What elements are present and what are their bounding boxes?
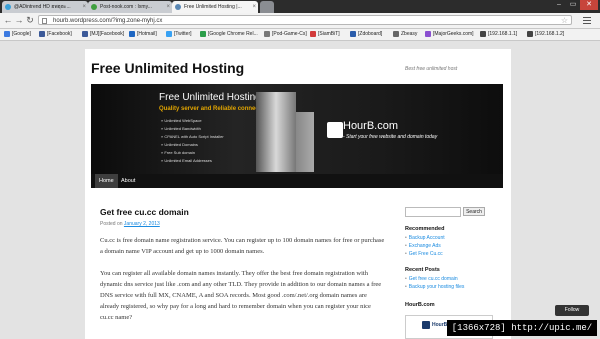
search-button[interactable]: Search (463, 207, 485, 216)
nav-about[interactable]: About (117, 174, 139, 188)
address-bar[interactable]: hourb.wordpress.com/?img.zone-myhj.cx ☆ (38, 15, 572, 25)
bookmark-icon (480, 31, 486, 37)
bookmark-item[interactable]: [SiamBiT] (310, 30, 340, 39)
recommended-link[interactable]: Get Free Cu.cc (405, 251, 443, 257)
close-tab-icon[interactable]: × (166, 1, 170, 13)
url-text: hourb.wordpress.com/?img.zone-myhj.cx (53, 18, 163, 24)
page-viewport: Free Unlimited Hosting Best free unlimit… (0, 41, 600, 339)
bookmark-item[interactable]: [192.168.1.1] (480, 30, 517, 39)
bookmark-icon (166, 31, 172, 37)
banner-tagline: - Start your free website and domain tod… (343, 134, 438, 140)
hourb-widget-title: HourB.com (405, 302, 435, 308)
bookmark-icon (200, 31, 206, 37)
close-window-button[interactable]: ✕ (580, 0, 598, 10)
hourb-logo-icon (422, 321, 430, 329)
search-input[interactable] (405, 207, 461, 217)
bookmark-icon (39, 31, 45, 37)
post-paragraph: You can register all available domain na… (100, 270, 382, 321)
reload-icon[interactable]: ↻ (25, 15, 35, 25)
recommended-link[interactable]: Exchange Ads (405, 243, 441, 249)
minimize-button[interactable]: – (552, 0, 566, 10)
nav-home[interactable]: Home (95, 174, 118, 188)
posted-on-label: Posted on (100, 221, 123, 227)
bookmark-item[interactable]: Zbeasy (393, 30, 417, 39)
banner-feature: » Unlimited Domains (161, 142, 198, 147)
follow-button[interactable]: Follow (555, 305, 589, 316)
browser-tab[interactable]: @ADintrend HD ฮพฮุฮะ... × (2, 1, 88, 13)
header-banner: Free Unlimited Hosting Quality server an… (91, 84, 503, 174)
close-tab-icon[interactable]: × (82, 1, 86, 13)
menu-icon[interactable] (581, 15, 593, 25)
tab-title: Free Unlimited Hosting |... (184, 4, 242, 10)
globe-icon (91, 4, 97, 10)
post-title[interactable]: Get free cu.cc domain (100, 207, 189, 217)
browser-tab[interactable]: Post-nook.com : Ixmy... × (88, 1, 172, 13)
wordpress-icon (175, 4, 181, 10)
bookmark-icon (350, 31, 356, 37)
browser-tab-active[interactable]: Free Unlimited Hosting |... × (172, 1, 258, 13)
bookmark-item[interactable]: [Facebook] (39, 30, 72, 39)
main-nav: Home About (91, 174, 503, 188)
banner-subheading: Quality server and Reliable connection (159, 106, 270, 112)
recent-post-link[interactable]: Backup your hosting files (405, 284, 465, 290)
bookmark-icon (129, 31, 135, 37)
recommended-title: Recommended (405, 226, 445, 232)
bookmark-icon (264, 31, 270, 37)
banner-feature: » Unlimited Email Addresses (161, 158, 212, 163)
bookmark-icon (310, 31, 316, 37)
browser-toolbar: ← → ↻ hourb.wordpress.com/?img.zone-myhj… (0, 13, 600, 29)
site-title[interactable]: Free Unlimited Hosting (91, 60, 244, 76)
star-icon[interactable]: ☆ (561, 16, 568, 26)
post-meta: Posted on January 2, 2013 (100, 221, 160, 227)
banner-heading: Free Unlimited Hosting (159, 92, 261, 103)
bookmark-item[interactable]: [Google Chrome Rel... (200, 30, 258, 39)
twitter-icon (5, 4, 11, 10)
bookmark-item[interactable]: [MajorGeeks.com] (425, 30, 474, 39)
bookmark-icon (393, 31, 399, 37)
tab-title: @ADintrend HD ฮพฮุฮะ... (14, 4, 71, 10)
tab-title: Post-nook.com : Ixmy... (100, 4, 152, 10)
bookmark-item[interactable]: [MJ][Facebook] (82, 30, 124, 39)
banner-feature: » Unlimited Bandwidth (161, 126, 201, 131)
bookmark-item[interactable]: [Zdoboard] (350, 30, 382, 39)
banner-feature: » Unlimited WebSpace (161, 118, 202, 123)
recent-posts-title: Recent Posts (405, 267, 440, 273)
banner-feature: » CPANEL with Auto Script Installer (161, 134, 224, 139)
back-arrow-icon[interactable]: ← (3, 15, 13, 25)
site-container: Free Unlimited Hosting Best free unlimit… (85, 49, 511, 339)
site-description: Best free unlimited host (405, 66, 458, 72)
post-date-link[interactable]: January 2, 2013 (124, 221, 160, 227)
server-image (296, 112, 314, 172)
recommended-link[interactable]: Backup Account (405, 235, 445, 241)
bookmark-icon (4, 31, 10, 37)
bookmark-item[interactable]: [Pod-Game-Cs] (264, 30, 307, 39)
banner-logo: HourB.com (343, 120, 399, 132)
bookmark-icon (82, 31, 88, 37)
banner-feature: » Free Sub domain (161, 150, 196, 155)
new-tab-button[interactable] (260, 1, 274, 13)
hourb-logo-icon (327, 122, 343, 138)
recent-post-link[interactable]: Get free cu.cc domain (405, 276, 458, 282)
bookmark-item[interactable]: [Hotmail] (129, 30, 157, 39)
maximize-button[interactable]: ▭ (566, 0, 580, 10)
bookmark-item[interactable]: [192.168.1.2] (527, 30, 564, 39)
screenshot-caption: [1366x728] http://upic.me/ (447, 320, 597, 336)
page-icon (42, 18, 47, 24)
server-image (256, 92, 296, 172)
post-paragraph: Cu.cc is free domain name registration s… (100, 237, 385, 255)
bookmark-icon (527, 31, 533, 37)
bookmarks-bar: [Google] [Facebook] [MJ][Facebook] [Hotm… (0, 29, 600, 41)
close-tab-icon[interactable]: × (252, 1, 256, 13)
tab-strip: @ADintrend HD ฮพฮุฮะ... × Post-nook.com … (0, 0, 600, 13)
forward-arrow-icon[interactable]: → (14, 15, 24, 25)
bookmark-icon (425, 31, 431, 37)
bookmark-item[interactable]: [Google] (4, 30, 31, 39)
bookmark-item[interactable]: [Twitter] (166, 30, 192, 39)
